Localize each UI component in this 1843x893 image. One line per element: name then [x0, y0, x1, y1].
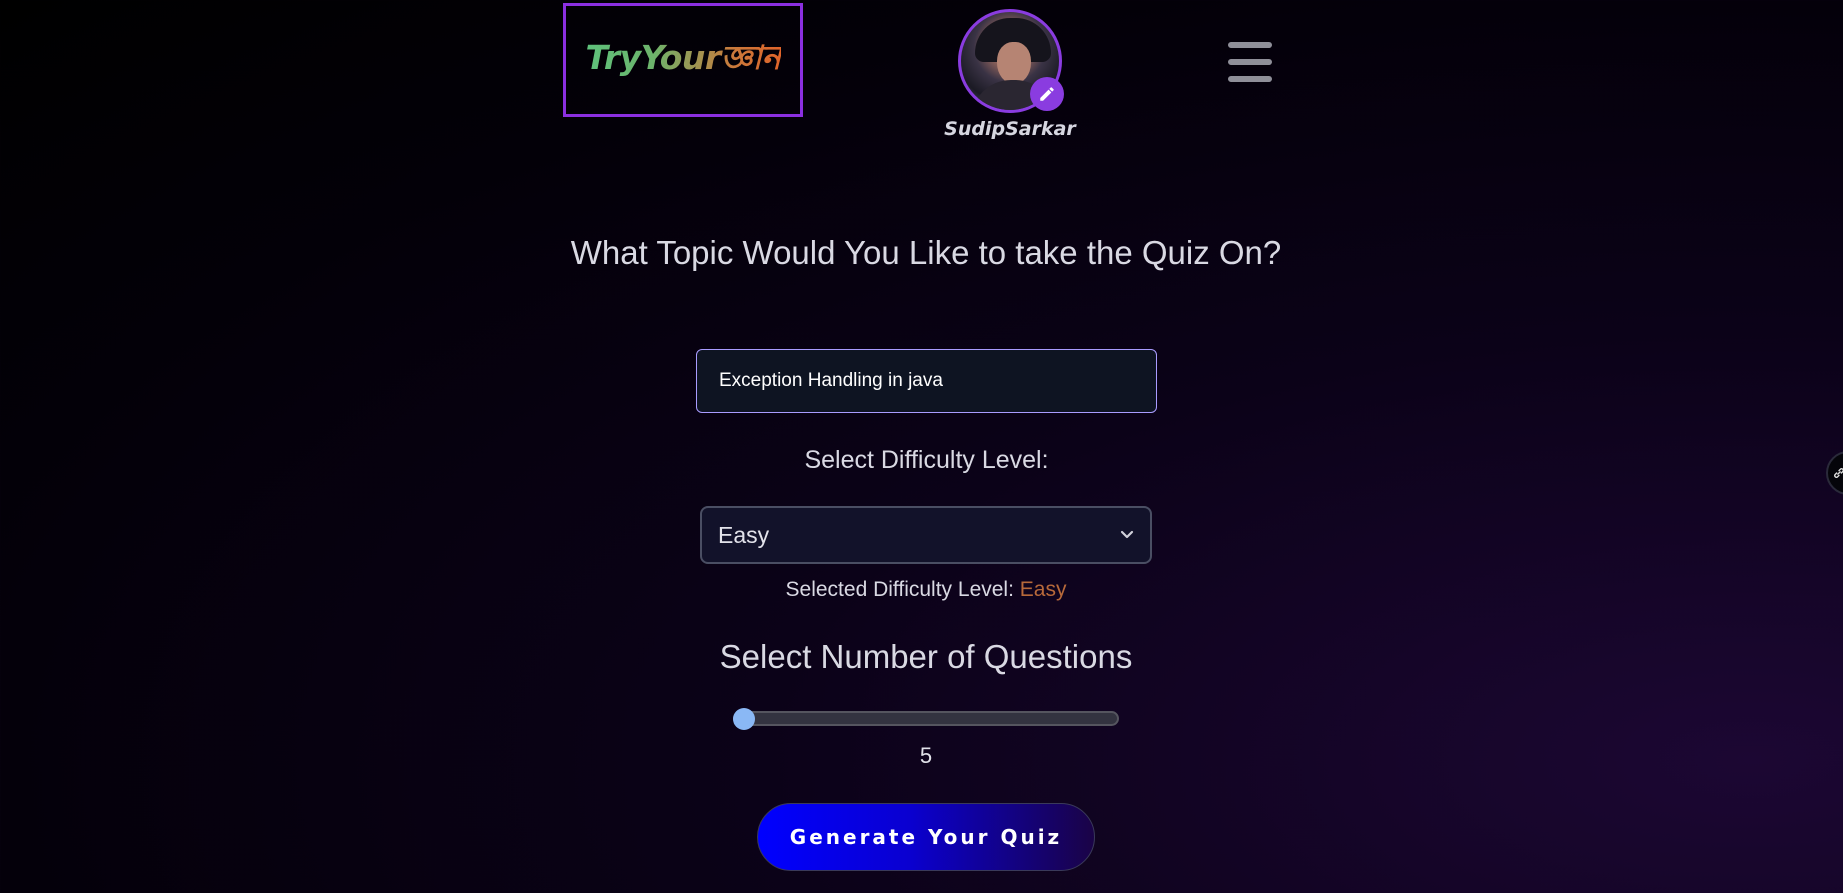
link-icon[interactable]: [1826, 451, 1843, 495]
chevron-down-icon: [1120, 530, 1134, 539]
generate-quiz-button[interactable]: Generate Your Quiz: [757, 803, 1095, 871]
difficulty-label: Select Difficulty Level:: [804, 446, 1049, 474]
difficulty-select[interactable]: Easy: [700, 506, 1152, 564]
difficulty-select-value: Easy: [718, 521, 770, 548]
profile-avatar-container[interactable]: [958, 9, 1064, 113]
selected-difficulty-prefix: Selected Difficulty Level:: [785, 578, 1020, 601]
questions-count: 5: [919, 743, 933, 768]
page-title: What Topic Would You Like to take the Qu…: [570, 234, 1282, 271]
logo[interactable]: TryYourজ্ঞান: [563, 3, 803, 117]
topic-input[interactable]: [696, 349, 1157, 413]
menu-bar: [1228, 42, 1272, 48]
questions-slider-thumb[interactable]: [733, 708, 755, 730]
username: SudipSarkar: [944, 118, 1076, 140]
selected-difficulty-text: Selected Difficulty Level: Easy: [660, 578, 1192, 602]
questions-heading: Select Number of Questions: [719, 638, 1133, 675]
menu-bar: [1228, 76, 1272, 82]
hamburger-menu-icon[interactable]: [1228, 42, 1272, 82]
menu-bar: [1228, 59, 1272, 65]
questions-slider-track[interactable]: [733, 711, 1119, 726]
selected-difficulty-value: Easy: [1019, 578, 1067, 601]
pencil-icon[interactable]: [1030, 77, 1064, 111]
logo-text: TryYourজ্ঞান: [585, 32, 781, 88]
